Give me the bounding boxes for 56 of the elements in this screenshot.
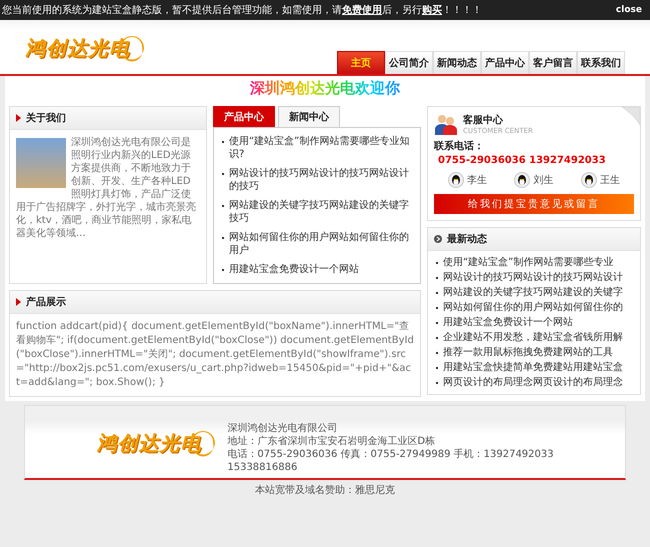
notice-text: 您当前使用的系统为建站宝盒静态版，暂不提供后台管理功能，如需使用，请 [2,5,342,16]
nav-tab[interactable]: 新闻动态 [433,51,481,74]
phone-label: 联系电话： [434,140,485,153]
penguin-icon[interactable] [514,172,530,188]
welcome-banner: 深圳鸿创达光电欢迎你 [250,79,400,98]
news-link[interactable]: 网站建设的关键字技巧网站建设的关键字 [443,286,623,299]
news-link[interactable]: 使用“建站宝盒”制作网站需要哪些专业 [443,256,614,269]
notice-link[interactable]: 免费使用 [342,5,382,16]
news-link[interactable]: 企业建站不用发愁，建站宝盒省钱所用解 [443,331,623,344]
news-link[interactable]: 网页设计的布局理念网页设计的布局理念 [443,376,623,389]
news-link[interactable]: 网站设计的技巧网站设计的技巧网站设计的技巧 [229,167,412,193]
news-link[interactable]: 网站如何留住你的用户网站如何留住你的用户 [229,231,412,257]
news-link[interactable]: 使用“建站宝盒”制作网站需要哪些专业知识? [229,135,412,161]
footer-text: 深圳鸿创达光电有限公司 [227,422,338,435]
logo-text: 鸿创达光电 [25,34,130,62]
section-title: 产品展示 [26,296,66,309]
close-link[interactable]: close [616,5,642,15]
contact-name[interactable]: 李生 [466,173,487,187]
notice-link[interactable]: 购买 [422,5,442,16]
nav-tab[interactable]: 产品中心 [481,51,529,74]
about-text: 深圳鸿创达光电有限公司是照明行业内新兴的LED光源方案提供商，不断地致力于创新、开发、生产各种LED照明灯具灯饰，产品广泛使用于广告招牌字，外打光字，城市亮景亮化，ktv，酒吧，商业节能照明，家私电器美化等领域... [15,136,197,241]
contact-name[interactable]: 刘生 [533,173,554,187]
logo-text: 鸿创达光电 [96,430,202,456]
message-button[interactable]: 给我们提宝贵意见或留言 [434,194,634,214]
notice-text: 后，另行 [382,5,422,16]
service-title: 客服中心 [463,113,504,127]
nav-tab[interactable]: 主页 [337,51,385,74]
news-link[interactable]: 用建站宝盒免费设计一个网站 [443,316,573,329]
code-text: function addcart(pid){ document.getElementById("boxName").innerHTML="查看购物车"; if(document.getElementById("boxClose")) document.getElementById("boxClose").innerHTML="关闭"; document.getElementById("showIframe").src="http://box2js.pc51.com/exusers/u_cart.php?idweb=15450&pid="+pid+"&act=add&lang="; box.Show(); } [15,320,415,390]
news-tab[interactable]: 产品中心 [213,106,275,127]
photo-placeholder [16,138,66,188]
nav-tab[interactable]: 公司简介 [385,51,433,74]
news-link[interactable]: 网站设计的技巧网站设计的技巧网站设计 [443,271,623,284]
section-title: 关于我们 [26,112,66,125]
footer-text: 电话：0755-29036036 传真：0755-27949989 手机：13927492033 [227,448,554,461]
triangle-icon [16,114,21,122]
footer-text: 地址：广东省深圳市宝安石岩明金海工业区D栋 [227,435,436,448]
news-link[interactable]: 网站如何留住你的用户网站如何留住你的 [443,301,623,314]
news-link[interactable]: 用建站宝盒快捷简单免费建站用建站宝盒 [443,361,623,374]
penguin-icon[interactable] [448,172,464,188]
people-icon [434,113,458,135]
section-title: 最新动态 [447,232,487,246]
triangle-icon [16,298,21,306]
phone-number: 0755-29036036 13927492033 [438,155,607,166]
contact-name[interactable]: 王生 [600,173,620,187]
nav-tab[interactable]: 客户留言 [529,51,577,74]
arrow-circle-icon [434,235,442,243]
news-link[interactable]: 用建站宝盒免费设计一个网站 [229,263,359,276]
news-tab[interactable]: 新闻中心 [278,106,340,127]
footer-text: 15338816886 [227,461,298,474]
nav-tab[interactable]: 联系我们 [577,51,625,74]
news-link[interactable]: 推荐一款用鼠标拖拽免费建网站的工具 [443,346,613,359]
news-link[interactable]: 网站建设的关键字技巧网站建设的关键字技巧 [229,199,412,225]
notice-text: ！！！！ [442,5,482,16]
credit-text: 本站宽带及域名赞助：雅思尼克 [254,484,396,497]
penguin-icon[interactable] [581,172,598,188]
